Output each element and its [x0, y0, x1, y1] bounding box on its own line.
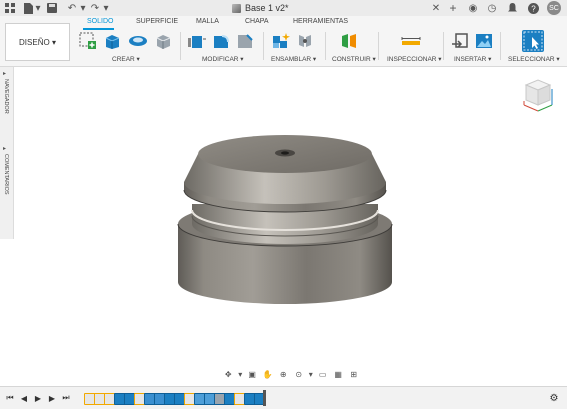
offset-plane-icon[interactable] [340, 32, 358, 50]
insert-image-icon[interactable] [475, 32, 493, 50]
document-cube-icon [232, 3, 241, 13]
group-separator [263, 32, 264, 60]
tab-solido[interactable]: SOLIDO [87, 18, 113, 25]
document-title: Base 1 v2* [245, 3, 289, 13]
svg-text:?: ? [531, 4, 536, 13]
viewports-icon[interactable]: ⊞ [347, 369, 360, 380]
revolve-icon[interactable] [128, 32, 147, 50]
extrude-icon[interactable] [103, 32, 121, 50]
chevron-down-icon[interactable]: ▾ [238, 369, 243, 380]
joint-icon[interactable] [296, 32, 314, 50]
bell-icon[interactable] [506, 2, 518, 14]
document-tab[interactable]: Base 1 v2* [232, 1, 289, 15]
tab-herramientas[interactable]: HERRAMIENTAS [293, 18, 348, 25]
workspace-label: DISEÑO [19, 37, 50, 47]
fillet-icon[interactable] [212, 32, 230, 50]
group-separator [325, 32, 326, 60]
display-settings-icon[interactable]: ▭ [316, 369, 329, 380]
title-bar: ▾ ↶ ▾ ↷ ▾ Base 1 v2* ✕ + ◉ ◷ ? SC [0, 0, 567, 17]
go-to-end-icon[interactable]: ⏭ [61, 392, 71, 404]
app-grid-icon[interactable] [4, 2, 16, 14]
expand-panel-icon[interactable]: ▸ [3, 70, 6, 77]
press-pull-icon[interactable] [188, 32, 206, 50]
group-insertar-label[interactable]: INSERTAR ▾ [454, 55, 491, 63]
new-component-icon[interactable] [272, 32, 290, 50]
pan-hand-icon[interactable]: ✋ [261, 369, 274, 380]
box-icon[interactable] [154, 32, 172, 50]
look-at-icon[interactable]: ▣ [246, 369, 259, 380]
group-ensamblar-label[interactable]: ENSAMBLAR ▾ [271, 55, 316, 63]
group-modificar-label[interactable]: MODIFICAR ▾ [202, 55, 244, 63]
canvas-viewport[interactable]: ▸ NAVEGADOR ▸ COMENTARIOS ✥ ▾ ▣ ✋ ⊕ ⊙ ▾ … [0, 67, 567, 385]
side-panel: ▸ NAVEGADOR ▸ COMENTARIOS [0, 67, 14, 239]
new-tab-plus-icon[interactable]: + [447, 1, 459, 15]
ribbon-toolbar: DISEÑO ▾ SOLIDO SUPERFICIE MALLA CHAPA H… [0, 16, 567, 67]
active-tab-indicator [83, 28, 114, 30]
grid-settings-icon[interactable]: ▦ [332, 369, 345, 380]
avatar[interactable]: SC [547, 1, 561, 15]
group-crear-label[interactable]: CREAR ▾ [112, 55, 140, 63]
help-icon[interactable]: ? [527, 2, 539, 14]
zoom-icon[interactable]: ⊕ [277, 369, 290, 380]
select-icon[interactable] [522, 30, 544, 52]
gear-icon[interactable]: ⚙ [549, 392, 559, 404]
save-icon[interactable] [46, 2, 58, 14]
group-separator [500, 32, 501, 60]
navigation-bar: ✥ ▾ ▣ ✋ ⊕ ⊙ ▾ ▭ ▦ ⊞ [222, 367, 360, 381]
zoom-window-icon[interactable]: ⊙ [293, 369, 306, 380]
close-tab-icon[interactable]: ✕ [430, 2, 442, 14]
extensions-icon[interactable]: ◉ [467, 2, 479, 14]
go-to-start-icon[interactable]: ⏮ [5, 392, 15, 404]
create-sketch-icon[interactable] [79, 32, 97, 50]
navigator-label[interactable]: NAVEGADOR [3, 79, 9, 114]
clock-icon[interactable]: ◷ [486, 2, 498, 14]
group-construir-label[interactable]: CONSTRUIR ▾ [332, 55, 376, 63]
measure-icon[interactable] [401, 32, 421, 50]
play-icon[interactable]: ▶ [33, 392, 43, 404]
group-seleccionar-label[interactable]: SELECCIONAR ▾ [508, 55, 560, 63]
chevron-down-icon[interactable]: ▾ [32, 2, 44, 14]
tab-chapa[interactable]: CHAPA [245, 18, 269, 25]
group-separator [378, 32, 379, 60]
tab-malla[interactable]: MALLA [196, 18, 219, 25]
chamfer-icon[interactable] [236, 32, 254, 50]
chevron-down-icon[interactable]: ▾ [308, 369, 313, 380]
tab-superficie[interactable]: SUPERFICIE [136, 18, 178, 25]
step-back-icon[interactable]: ◀ [19, 392, 29, 404]
insert-derive-icon[interactable] [451, 32, 469, 50]
timeline-marker[interactable] [263, 390, 266, 406]
timeline-bar: ⏮ ◀ ▶ ▶ ⏭ ⚙ [0, 386, 567, 409]
group-separator [443, 32, 444, 60]
chevron-down-icon[interactable]: ▾ [100, 2, 112, 14]
view-cube[interactable] [520, 77, 554, 113]
group-separator [180, 32, 181, 60]
comments-label[interactable]: COMENTARIOS [3, 154, 9, 195]
chevron-down-icon[interactable]: ▾ [77, 2, 89, 14]
orbit-icon[interactable]: ✥ [222, 369, 235, 380]
model-3d-body[interactable] [170, 132, 400, 307]
step-forward-icon[interactable]: ▶ [47, 392, 57, 404]
expand-panel-icon[interactable]: ▸ [3, 145, 6, 152]
workspace-switcher[interactable]: DISEÑO ▾ [5, 23, 70, 61]
group-inspeccionar-label[interactable]: INSPECCIONAR ▾ [387, 55, 442, 63]
chevron-down-icon: ▾ [51, 37, 56, 47]
